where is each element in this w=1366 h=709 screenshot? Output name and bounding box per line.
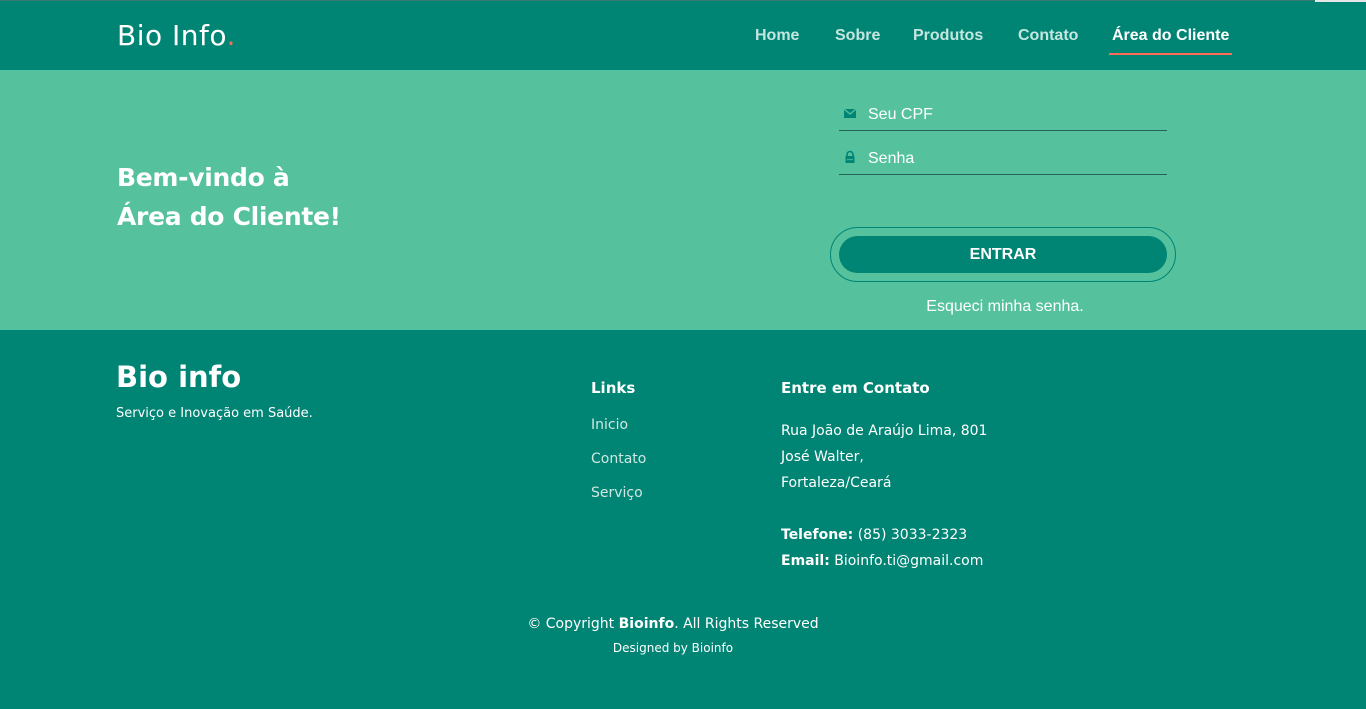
phone-value: (85) 3033-2323 xyxy=(857,527,968,543)
copyright-prefix: © Copyright xyxy=(527,616,615,632)
nav-area-do-cliente[interactable]: Área do Cliente xyxy=(1109,27,1233,55)
footer-link-inicio[interactable]: Inicio xyxy=(591,417,628,433)
nav-produtos[interactable]: Produtos xyxy=(913,27,983,45)
footer-link-contato[interactable]: Contato xyxy=(591,451,646,467)
links-heading: Links xyxy=(591,379,636,397)
footer-tagline: Serviço e Inovação em Saúde. xyxy=(116,406,313,421)
envelope-icon xyxy=(843,108,857,118)
address-line-3: Fortaleza/Ceará xyxy=(781,475,892,491)
cpf-field xyxy=(839,101,1167,131)
submit-button-frame: ENTRAR xyxy=(830,227,1176,282)
phone-info: Telefone: (85) 3033-2323 xyxy=(781,527,967,543)
site-header: Bio Info. Home Sobre Produtos Contato Ár… xyxy=(0,0,1366,70)
nav-home[interactable]: Home xyxy=(755,27,799,45)
welcome-line-1: Bem-vindo à xyxy=(117,163,290,192)
entrar-button[interactable]: ENTRAR xyxy=(839,236,1167,273)
login-section: Bem-vindo à Área do Cliente! ENTRAR Esqu… xyxy=(0,70,1366,330)
copyright: © Copyright Bioinfo. All Rights Reserved xyxy=(0,616,1346,632)
lock-icon xyxy=(845,150,855,163)
footer-link-servico[interactable]: Serviço xyxy=(591,485,643,501)
password-input[interactable] xyxy=(868,145,1163,173)
nav-sobre[interactable]: Sobre xyxy=(835,27,880,45)
site-footer: Bio info Serviço e Inovação em Saúde. Li… xyxy=(0,330,1366,709)
password-field xyxy=(839,145,1167,175)
forgot-password-link[interactable]: Esqueci minha senha. xyxy=(830,298,1180,316)
copyright-brand: Bioinfo xyxy=(618,616,675,632)
cpf-input[interactable] xyxy=(868,101,1163,129)
email-value[interactable]: Bioinfo.ti@gmail.com xyxy=(834,553,983,569)
nav-contato[interactable]: Contato xyxy=(1018,27,1078,45)
main-nav: Home Sobre Produtos Contato Área do Clie… xyxy=(0,27,1366,57)
designed-by: Designed by Bioinfo xyxy=(612,641,734,655)
email-info: Email: Bioinfo.ti@gmail.com xyxy=(781,553,983,569)
welcome-line-2: Área do Cliente! xyxy=(117,202,341,231)
welcome-heading: Bem-vindo à Área do Cliente! xyxy=(117,158,341,236)
email-label: Email: xyxy=(781,553,830,569)
phone-label: Telefone: xyxy=(781,527,854,543)
footer-brand: Bio info xyxy=(116,360,242,394)
copyright-suffix: . All Rights Reserved xyxy=(674,616,819,632)
address-line-1: Rua João de Araújo Lima, 801 xyxy=(781,423,988,439)
contact-heading: Entre em Contato xyxy=(781,379,930,397)
address-line-2: José Walter, xyxy=(781,449,864,465)
